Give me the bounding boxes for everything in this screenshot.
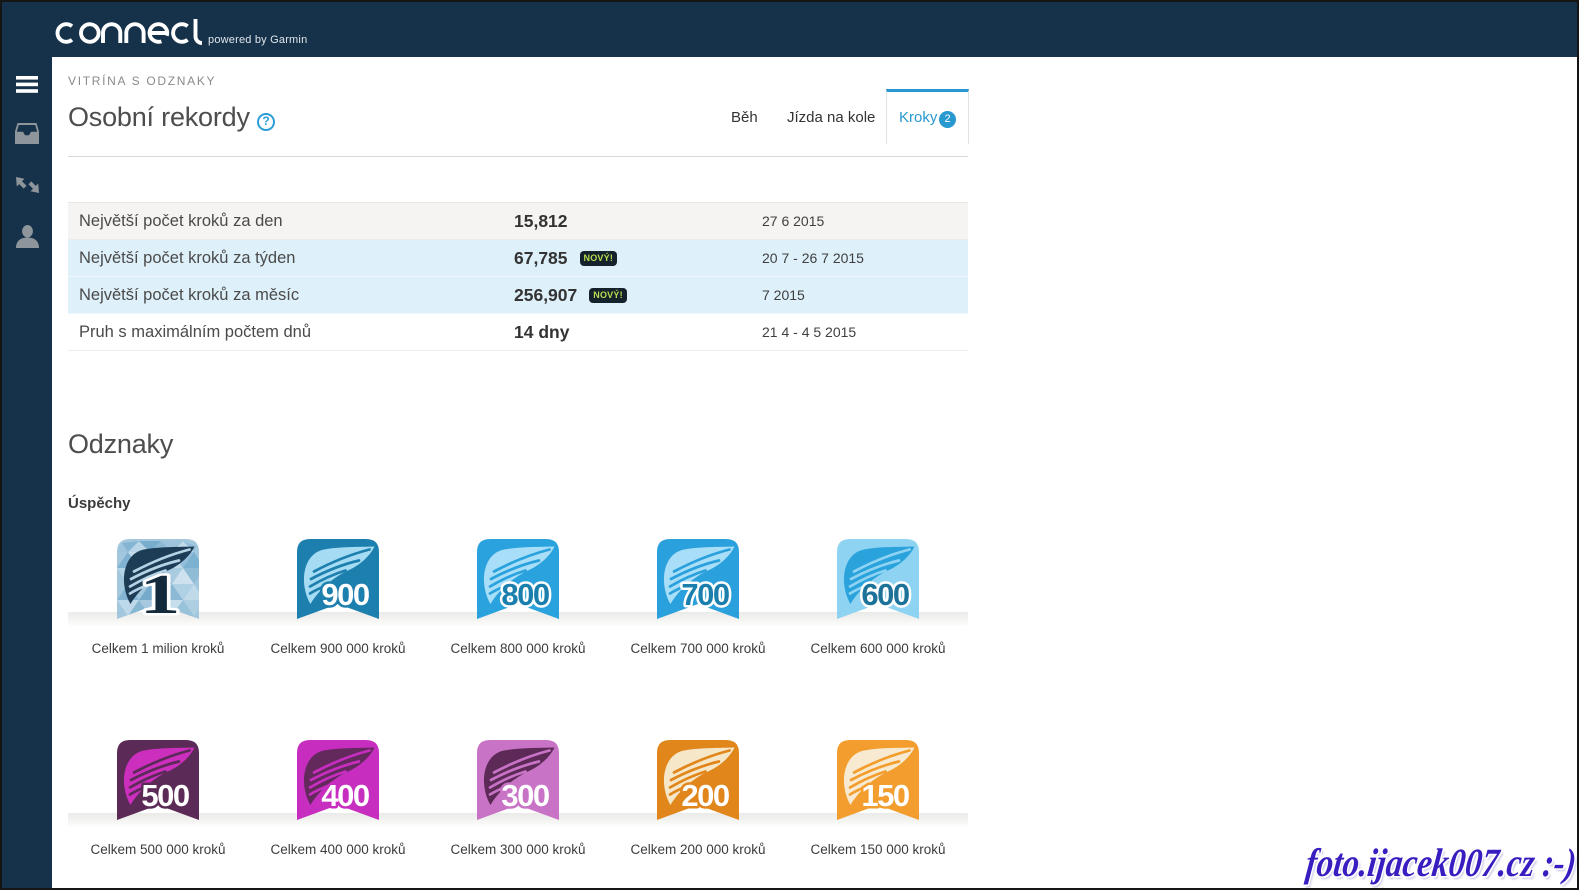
svg-text:800: 800 [501,577,548,612]
svg-text:900: 900 [321,577,368,612]
svg-text:600: 600 [861,577,908,612]
svg-text:500: 500 [141,778,188,813]
svg-text:1: 1 [140,564,178,620]
svg-text:150: 150 [861,778,908,813]
svg-text:700: 700 [681,577,728,612]
svg-text:200: 200 [681,778,728,813]
svg-text:400: 400 [321,778,368,813]
svg-text:300: 300 [501,778,548,813]
